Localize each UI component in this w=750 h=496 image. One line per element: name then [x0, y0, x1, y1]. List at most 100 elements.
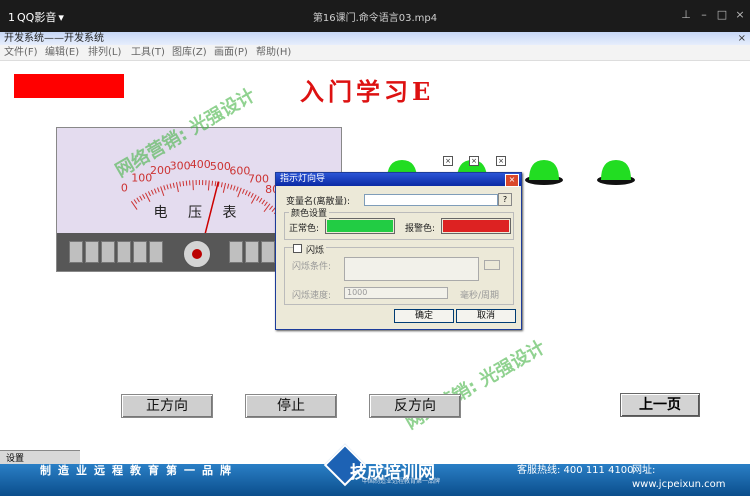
- banner-hotline: 客服热线: 400 111 4100: [517, 465, 634, 476]
- player-bar: 1 QQ影音 ▾ 第16课门.命令语言03.mp4 ⊥ – □ ×: [0, 0, 750, 32]
- meter-tick: [157, 187, 160, 193]
- meter-key: [261, 241, 275, 263]
- meter-tick: [256, 196, 260, 201]
- meter-tick-label: 0: [121, 182, 128, 195]
- menu-file[interactable]: 文件(F): [4, 45, 38, 60]
- meter-knob[interactable]: [183, 240, 211, 268]
- meter-tick: [147, 191, 151, 197]
- stop-button[interactable]: 停止: [245, 394, 337, 418]
- meter-tick: [241, 188, 245, 194]
- meter-key: [101, 241, 115, 263]
- dialog-close-icon[interactable]: ×: [505, 174, 519, 187]
- menu-screen[interactable]: 画面(P): [214, 45, 248, 60]
- meter-tick: [160, 186, 165, 197]
- meter-tick: [214, 181, 217, 187]
- normal-color-label: 正常色:: [289, 224, 320, 234]
- meter-tick-label: 300: [170, 159, 191, 172]
- alarm-color-swatch: [443, 220, 509, 232]
- app-close-icon[interactable]: ×: [738, 32, 746, 45]
- meter-tick: [150, 189, 154, 195]
- indicator-lamp[interactable]: [524, 156, 564, 186]
- menubar: 文件(F) 编辑(E) 排列(L) 工具(T) 图库(Z) 画面(P) 帮助(H…: [0, 45, 750, 61]
- menu-edit[interactable]: 编辑(E): [45, 45, 79, 60]
- selection-handle[interactable]: ×: [443, 156, 453, 166]
- reverse-button[interactable]: 反方向: [369, 394, 461, 418]
- meter-tick: [220, 182, 223, 188]
- meter-tick: [163, 185, 166, 191]
- meter-tick: [153, 188, 157, 194]
- blink-condition-label: 闪烁条件:: [292, 262, 332, 272]
- taskbar: 设置: [0, 450, 80, 464]
- meter-key: [229, 241, 243, 263]
- menu-arrange[interactable]: 排列(L): [88, 45, 121, 60]
- meter-tick-label: 400: [190, 158, 211, 171]
- blink-checkbox[interactable]: 闪烁: [293, 243, 327, 256]
- meter-tick: [233, 185, 236, 191]
- meter-tick: [175, 182, 179, 193]
- banner-site: 网址: www.jcpeixun.com: [632, 465, 726, 490]
- meter-tick: [172, 182, 175, 188]
- meter-tick-label: 500: [210, 160, 231, 173]
- meter-tick: [211, 180, 214, 186]
- blink-speed-label: 闪烁速度:: [292, 291, 332, 301]
- meter-tick: [247, 191, 251, 197]
- normal-color-button[interactable]: [325, 218, 395, 234]
- meter-key: [149, 241, 163, 263]
- meter-tick: [236, 186, 239, 192]
- meter-tick: [192, 180, 194, 191]
- indicator-lamp[interactable]: [596, 156, 636, 186]
- meter-tick: [250, 193, 254, 198]
- page-heading: 入门学习E: [300, 77, 435, 106]
- forward-button[interactable]: 正方向: [121, 394, 213, 418]
- meter-tick: [207, 180, 210, 191]
- meter-tick: [182, 181, 185, 187]
- selection-handle[interactable]: ×: [469, 156, 479, 166]
- minimize-icon[interactable]: –: [696, 7, 712, 23]
- meter-tick: [226, 183, 230, 189]
- cancel-button[interactable]: 取消: [456, 309, 516, 323]
- taskbar-item[interactable]: 设置: [6, 454, 24, 464]
- maximize-icon[interactable]: □: [714, 7, 730, 23]
- meter-tick: [244, 190, 248, 196]
- variable-browse-button[interactable]: ?: [498, 193, 512, 206]
- app-title: 开发系统——开发系统: [4, 33, 104, 44]
- ok-button[interactable]: 确定: [394, 309, 454, 323]
- meter-key: [245, 241, 259, 263]
- meter-tick: [185, 180, 188, 186]
- prev-page-button[interactable]: 上一页: [620, 393, 700, 417]
- app-titlebar: 开发系统——开发系统 ×: [0, 32, 750, 45]
- meter-key: [69, 241, 83, 263]
- normal-color-swatch: [327, 220, 393, 232]
- meter-tick: [230, 184, 233, 190]
- menu-tools[interactable]: 工具(T): [131, 45, 165, 60]
- meter-tick: [169, 183, 172, 189]
- menu-help[interactable]: 帮助(H): [256, 45, 291, 60]
- watermark: 网络营销: 光强设计: [402, 336, 549, 434]
- close-icon[interactable]: ×: [732, 7, 748, 23]
- app-window: 开发系统——开发系统 × 文件(F) 编辑(E) 排列(L) 工具(T) 图库(…: [0, 32, 750, 464]
- video-title: 第16课门.命令语言03.mp4: [312, 13, 438, 24]
- meter-tick: [237, 187, 242, 198]
- meter-tick: [139, 195, 143, 201]
- pin-icon[interactable]: ⊥: [678, 7, 694, 23]
- menu-gallery[interactable]: 图库(Z): [172, 45, 207, 60]
- knob-indicator: [192, 249, 202, 259]
- selection-handle[interactable]: ×: [496, 156, 506, 166]
- lamp-wizard-dialog: 指示灯向导 × 变量名(离散量): ? 正常色: 报警色: 颜色设置 闪烁 闪烁…: [275, 172, 522, 330]
- meter-tick: [179, 181, 182, 187]
- banner-slogan: 制造业远程教育第一品牌: [40, 464, 238, 477]
- blink-condition-button: [484, 260, 500, 270]
- meter-key: [85, 241, 99, 263]
- meter-tick-label: 200: [150, 164, 171, 177]
- blink-label: 闪烁: [306, 246, 325, 256]
- variable-input[interactable]: [364, 194, 498, 206]
- meter-key: [117, 241, 131, 263]
- ad-banner: 制造业远程教育第一品牌 技成培训网 中国制造业远程教育第一品牌 客服热线: 40…: [0, 443, 750, 496]
- alarm-color-button[interactable]: [441, 218, 511, 234]
- blink-checkbox-box[interactable]: [293, 244, 302, 253]
- blink-speed-input: 1000: [344, 287, 448, 299]
- red-rectangle: [14, 74, 124, 98]
- meter-tick: [222, 182, 227, 193]
- meter-key: [133, 241, 147, 263]
- meter-tick: [142, 194, 146, 200]
